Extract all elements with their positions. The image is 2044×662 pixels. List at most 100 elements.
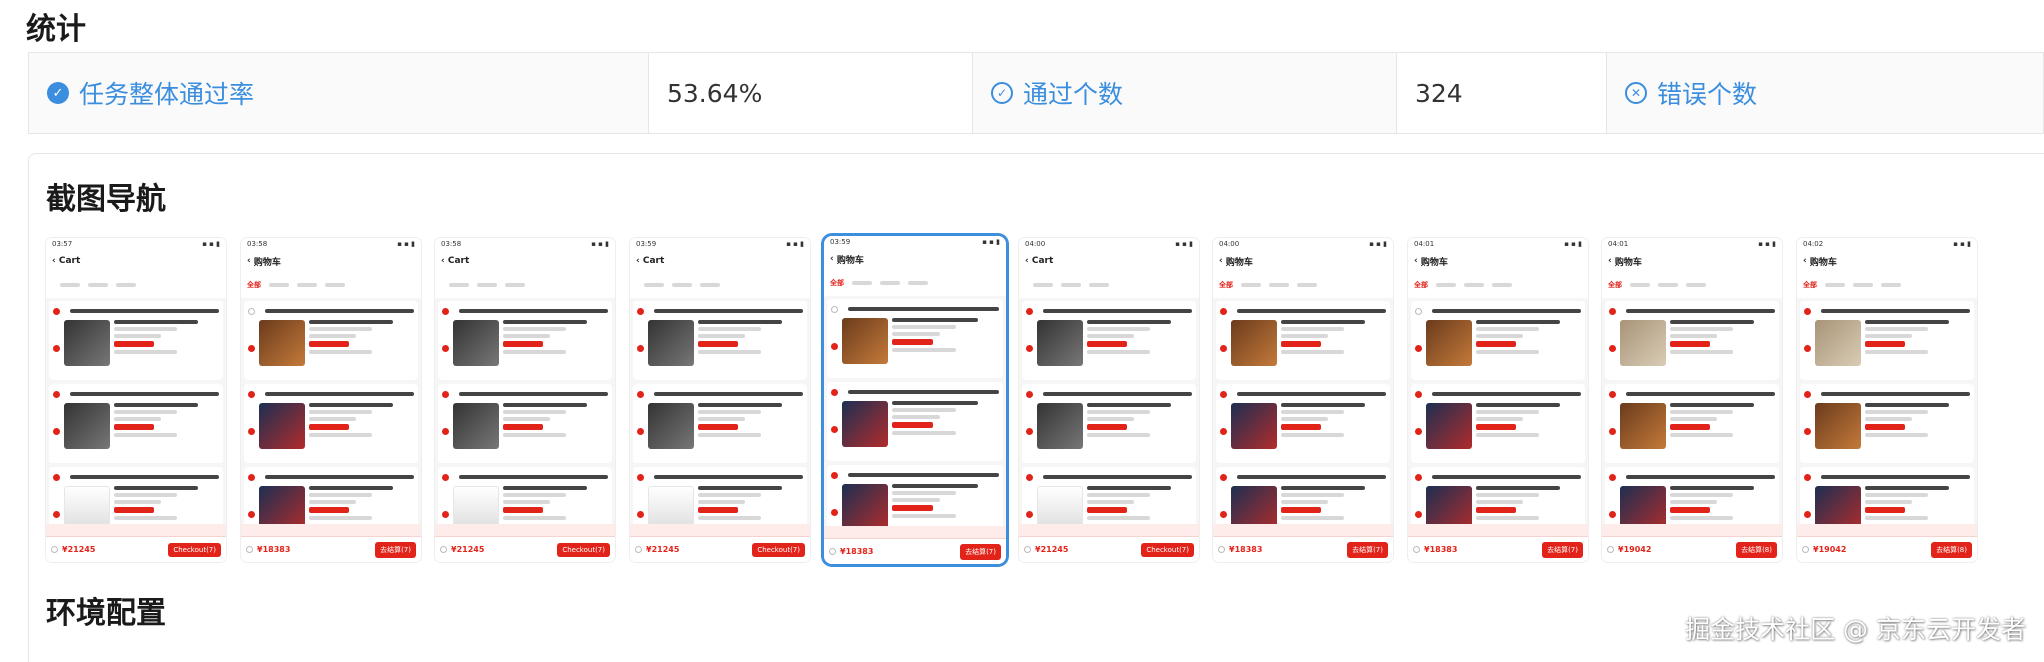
product-image xyxy=(64,403,110,449)
checkbox-icon xyxy=(637,510,644,518)
screenshot-thumbnail[interactable]: 03:58 ▪ ▪ ▮ ‹ 购物车 全部 ¥18383 去结算(7) xyxy=(241,238,421,562)
thumb-title: 购物车 xyxy=(1420,257,1448,268)
screenshot-thumbnail[interactable]: 03:58 ▪ ▪ ▮ ‹ Cart ¥21245 Checkout(7) xyxy=(435,238,615,562)
back-icon: ‹ xyxy=(636,256,643,266)
shop-header xyxy=(442,471,608,483)
thumb-time: 04:00 xyxy=(1219,240,1240,248)
thumb-checkout-button: 去结算(7) xyxy=(1542,541,1583,558)
cart-shop-block xyxy=(827,382,1003,461)
select-all-checkbox-icon xyxy=(440,546,447,553)
cart-item xyxy=(1609,320,1775,376)
product-image xyxy=(1620,320,1666,366)
shop-name-bar xyxy=(1821,392,1970,396)
status-icons: ▪ ▪ ▮ xyxy=(202,240,220,248)
shop-header xyxy=(831,386,999,398)
shop-header xyxy=(53,388,219,400)
shop-name-bar xyxy=(1821,309,1970,313)
product-image xyxy=(64,320,110,366)
thumb-time: 04:01 xyxy=(1414,240,1435,248)
cart-shop-block xyxy=(1605,301,1779,380)
thumb-time: 03:58 xyxy=(441,240,462,248)
pass-rate-label: 任务整体通过率 xyxy=(79,80,255,109)
thumb-status-bar: 03:57 ▪ ▪ ▮ xyxy=(46,238,226,250)
thumb-cart-list xyxy=(1602,298,1782,553)
screenshot-thumbnail[interactable]: 04:02 ▪ ▪ ▮ ‹ 购物车 全部 ¥19042 去结算(8) xyxy=(1797,238,1977,562)
thumb-checkout-button: 去结算(7) xyxy=(1347,541,1388,558)
shop-name-bar xyxy=(1043,309,1192,313)
product-image xyxy=(1620,403,1666,449)
screenshot-thumbnail[interactable]: 04:01 ▪ ▪ ▮ ‹ 购物车 全部 xyxy=(1602,238,1782,562)
thumb-time: 04:01 xyxy=(1608,240,1629,248)
checkbox-icon xyxy=(248,390,255,398)
screenshot-thumbnail[interactable]: 03:59 ▪ ▪ ▮ ‹ Cart ¥21245 Checkout(7) xyxy=(630,238,810,562)
thumb-tabs xyxy=(46,272,226,298)
cart-shop-block xyxy=(1800,384,1974,463)
shop-header xyxy=(1220,388,1386,400)
screenshot-thumbnail[interactable]: 04:01 ▪ ▪ ▮ ‹ 购物车 全部 xyxy=(1408,238,1588,562)
shop-name-bar xyxy=(848,390,999,394)
thumb-header: ‹ Cart xyxy=(46,250,226,272)
cart-shop-block xyxy=(1022,384,1196,463)
shop-name-bar xyxy=(654,475,803,479)
thumb-status-bar: 03:59 ▪ ▪ ▮ xyxy=(630,238,810,250)
screenshot-thumbnail[interactable]: 03:57 ▪ ▪ ▮ ‹ Cart ¥21245 Checkout(7) xyxy=(46,238,226,562)
checkbox-icon xyxy=(1026,307,1033,315)
thumb-header: ‹ 购物车 xyxy=(241,250,421,272)
thumb-title: 购物车 xyxy=(1809,257,1837,268)
product-info xyxy=(1476,320,1581,376)
screenshot-thumbnail[interactable]: 04:00 ▪ ▪ ▮ ‹ Cart ¥21245 Checkout(7) xyxy=(1019,238,1199,562)
product-info xyxy=(114,403,219,459)
shop-name-bar xyxy=(459,309,608,313)
product-image xyxy=(259,403,305,449)
back-icon: ‹ xyxy=(247,256,254,266)
thumb-total: ¥18383 xyxy=(1424,545,1458,554)
thumb-tabs xyxy=(630,272,810,298)
thumb-checkout-button: Checkout(7) xyxy=(557,542,610,557)
pass-count-value-cell: 324 xyxy=(1397,53,1607,133)
cart-item xyxy=(53,403,219,459)
thumb-tabs xyxy=(435,272,615,298)
thumb-time: 03:59 xyxy=(830,238,851,246)
screenshot-thumbnail[interactable]: 03:59 ▪ ▪ ▮ ‹ 购物车 全部 ¥18383 去结算(7) xyxy=(824,236,1006,564)
status-icons: ▪ ▪ ▮ xyxy=(397,240,415,248)
thumb-status-bar: 04:02 ▪ ▪ ▮ xyxy=(1797,238,1977,250)
thumb-total: ¥18383 xyxy=(1229,545,1263,554)
cart-shop-block xyxy=(633,384,807,463)
screenshot-nav-title: 截图导航 xyxy=(46,182,166,217)
product-info xyxy=(698,403,803,459)
checkbox-icon xyxy=(1026,427,1033,435)
product-image xyxy=(1815,320,1861,366)
error-count-label-cell: ✕ 错误个数 xyxy=(1607,53,2043,133)
environment-config-title: 环境配置 xyxy=(46,596,166,631)
thumb-tab-all: 全部 xyxy=(247,281,261,289)
checkbox-icon xyxy=(442,473,449,481)
check-circle-icon: ✓ xyxy=(47,82,69,104)
pass-rate-label-cell: ✓ 任务整体通过率 xyxy=(29,53,649,133)
shop-header xyxy=(637,305,803,317)
product-info xyxy=(1865,403,1970,459)
stats-table: ✓ 任务整体通过率 53.64% ✓ 通过个数 324 ✕ 错误个数 xyxy=(28,52,2044,134)
shop-header xyxy=(1415,471,1581,483)
thumb-footer: ¥21245 Checkout(7) xyxy=(630,536,810,562)
shop-name-bar xyxy=(1237,392,1386,396)
thumb-status-bar: 03:59 ▪ ▪ ▮ xyxy=(824,236,1006,248)
back-icon: ‹ xyxy=(52,256,59,266)
product-info xyxy=(698,320,803,376)
checkbox-icon xyxy=(1804,307,1811,315)
checkbox-icon xyxy=(1415,390,1422,398)
product-image xyxy=(453,403,499,449)
cart-shop-block xyxy=(633,301,807,380)
thumb-tabs xyxy=(1019,272,1199,298)
status-icons: ▪ ▪ ▮ xyxy=(1175,240,1193,248)
cart-item xyxy=(637,320,803,376)
checkbox-icon xyxy=(637,344,644,352)
product-image xyxy=(1231,403,1277,449)
cart-shop-block xyxy=(438,384,612,463)
select-all-checkbox-icon xyxy=(246,546,253,553)
cart-shop-block xyxy=(438,301,612,380)
back-icon: ‹ xyxy=(1803,256,1810,266)
select-all-checkbox-icon xyxy=(1802,546,1809,553)
cart-shop-block xyxy=(244,384,418,463)
shop-name-bar xyxy=(1626,392,1775,396)
screenshot-thumbnail[interactable]: 04:00 ▪ ▪ ▮ ‹ 购物车 全部 ¥18383 去结算(7) xyxy=(1213,238,1393,562)
